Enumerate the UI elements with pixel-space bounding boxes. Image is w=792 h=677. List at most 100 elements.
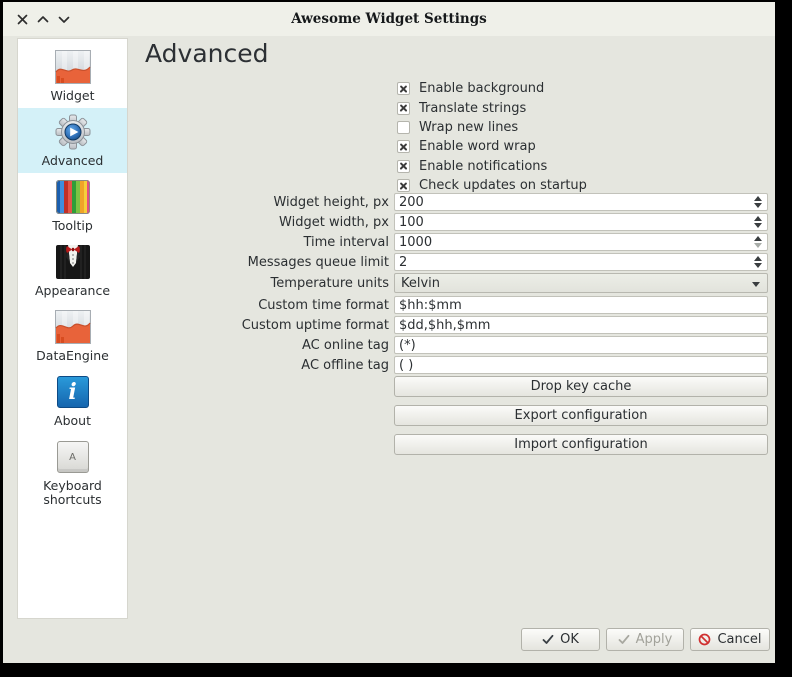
- field-label: Time interval: [143, 235, 394, 250]
- widget-width-spinbox[interactable]: [394, 213, 768, 231]
- checkbox-label: Check updates on startup: [419, 178, 587, 193]
- titlebar: Awesome Widget Settings: [3, 2, 775, 36]
- sidebar-item-tooltip[interactable]: Tooltip: [18, 173, 127, 238]
- form-row-custom-time-format: Custom time format: [143, 296, 768, 314]
- check-x-icon: [398, 141, 409, 152]
- sidebar-item-keyboard-shortcuts[interactable]: A Keyboard shortcuts: [18, 433, 127, 515]
- sidebar-item-label: Tooltip: [52, 219, 93, 233]
- checkbox[interactable]: [397, 179, 410, 192]
- area-chart-icon: [53, 308, 93, 346]
- spinner-arrows[interactable]: [751, 253, 765, 271]
- messages-queue-spinbox[interactable]: [394, 253, 768, 271]
- check-icon: [618, 634, 630, 645]
- checkbox-row-enable-background[interactable]: Enable background: [397, 79, 587, 98]
- apply-button-label: Apply: [636, 632, 673, 647]
- checkbox-label: Wrap new lines: [419, 120, 518, 135]
- spinner-arrows[interactable]: [751, 233, 765, 251]
- ok-button[interactable]: OK: [521, 628, 600, 651]
- checkbox-row-translate-strings[interactable]: Translate strings: [397, 98, 587, 117]
- ok-button-label: OK: [560, 632, 579, 647]
- field-label: Custom time format: [143, 298, 394, 313]
- sidebar-item-dataengine[interactable]: DataEngine: [18, 303, 127, 368]
- form-row-ac-offline-tag: AC offline tag: [143, 356, 768, 374]
- widget-width-input[interactable]: [394, 213, 768, 231]
- spin-up-icon[interactable]: [754, 216, 762, 221]
- spinner-arrows[interactable]: [751, 193, 765, 211]
- action-button-row: Drop key cache: [143, 376, 768, 401]
- checkbox-label: Enable word wrap: [419, 139, 536, 154]
- import-configuration-button[interactable]: Import configuration: [394, 434, 768, 455]
- export-configuration-button[interactable]: Export configuration: [394, 405, 768, 426]
- action-button-row: Export configuration: [143, 405, 768, 430]
- form-row-ac-online-tag: AC online tag: [143, 336, 768, 354]
- form-row-time-interval: Time interval: [143, 233, 768, 251]
- widget-height-spinbox[interactable]: [394, 193, 768, 211]
- gear-play-icon: [53, 113, 93, 151]
- sidebar-item-label: Advanced: [42, 154, 104, 168]
- checkbox-row-wrap-new-lines[interactable]: Wrap new lines: [397, 118, 587, 137]
- spin-up-icon[interactable]: [754, 196, 762, 201]
- cancel-button-label: Cancel: [717, 632, 761, 647]
- cancel-no-icon: [698, 633, 711, 646]
- spin-down-icon[interactable]: [754, 203, 762, 208]
- cancel-button[interactable]: Cancel: [690, 628, 770, 651]
- check-x-icon: [398, 103, 409, 114]
- window-title: Awesome Widget Settings: [3, 2, 775, 36]
- checkbox-label: Translate strings: [419, 101, 526, 116]
- widget-height-input[interactable]: [394, 193, 768, 211]
- sidebar-item-advanced[interactable]: Advanced: [18, 108, 127, 173]
- form-row-custom-uptime-format: Custom uptime format: [143, 316, 768, 334]
- custom-uptime-format-field[interactable]: [394, 316, 768, 334]
- temperature-units-combobox[interactable]: Kelvin: [394, 273, 768, 293]
- page-title: Advanced: [145, 39, 269, 68]
- tuxedo-icon: [53, 243, 93, 281]
- checkbox-row-enable-word-wrap[interactable]: Enable word wrap: [397, 137, 587, 156]
- checkbox[interactable]: [397, 121, 410, 134]
- field-label: Messages queue limit: [143, 255, 394, 270]
- key-glyph: A: [69, 452, 76, 463]
- custom-time-format-input[interactable]: [394, 296, 768, 314]
- checkbox[interactable]: [397, 102, 410, 115]
- checkbox[interactable]: [397, 140, 410, 153]
- spin-down-icon[interactable]: [754, 263, 762, 268]
- sidebar-item-about[interactable]: i About: [18, 368, 127, 433]
- form-row-temperature-units: Temperature units Kelvin: [143, 273, 768, 293]
- apply-button: Apply: [606, 628, 684, 651]
- messages-queue-input[interactable]: [394, 253, 768, 271]
- field-label: Custom uptime format: [143, 318, 394, 333]
- checkbox-row-enable-notifications[interactable]: Enable notifications: [397, 157, 587, 176]
- area-chart-icon: [53, 48, 93, 86]
- sidebar-item-appearance[interactable]: Appearance: [18, 238, 127, 303]
- ac-online-tag-input[interactable]: [394, 336, 768, 354]
- ac-offline-tag-input[interactable]: [394, 356, 768, 374]
- spinner-arrows[interactable]: [751, 213, 765, 231]
- settings-window: Awesome Widget Settings: [3, 2, 775, 663]
- spin-up-icon[interactable]: [754, 256, 762, 261]
- check-x-icon: [398, 180, 409, 191]
- sidebar-item-label: About: [54, 414, 91, 428]
- combobox-value: Kelvin: [401, 276, 440, 291]
- chevron-down-icon: [752, 282, 760, 287]
- sidebar-item-widget[interactable]: Widget: [18, 43, 127, 108]
- checkbox[interactable]: [397, 160, 410, 173]
- drop-key-cache-button[interactable]: Drop key cache: [394, 376, 768, 397]
- sidebar-item-label: Widget: [50, 89, 94, 103]
- checkbox-label: Enable notifications: [419, 159, 547, 174]
- spin-down-icon: [754, 243, 762, 248]
- sidebar-item-label: Keyboard shortcuts: [18, 479, 127, 508]
- check-x-icon: [398, 161, 409, 172]
- field-label: Temperature units: [143, 276, 394, 291]
- spin-down-icon[interactable]: [754, 223, 762, 228]
- time-interval-input[interactable]: [394, 233, 768, 251]
- spin-up-icon[interactable]: [754, 236, 762, 241]
- form: Widget height, px Widget width, px Time: [143, 193, 768, 463]
- checkbox-group: Enable background Translate strings Wrap…: [397, 79, 587, 195]
- ac-offline-tag-field[interactable]: [394, 356, 768, 374]
- field-label: Widget height, px: [143, 195, 394, 210]
- time-interval-spinbox[interactable]: [394, 233, 768, 251]
- custom-time-format-field[interactable]: [394, 296, 768, 314]
- ac-online-tag-field[interactable]: [394, 336, 768, 354]
- custom-uptime-format-input[interactable]: [394, 316, 768, 334]
- info-icon: i: [53, 373, 93, 411]
- checkbox[interactable]: [397, 82, 410, 95]
